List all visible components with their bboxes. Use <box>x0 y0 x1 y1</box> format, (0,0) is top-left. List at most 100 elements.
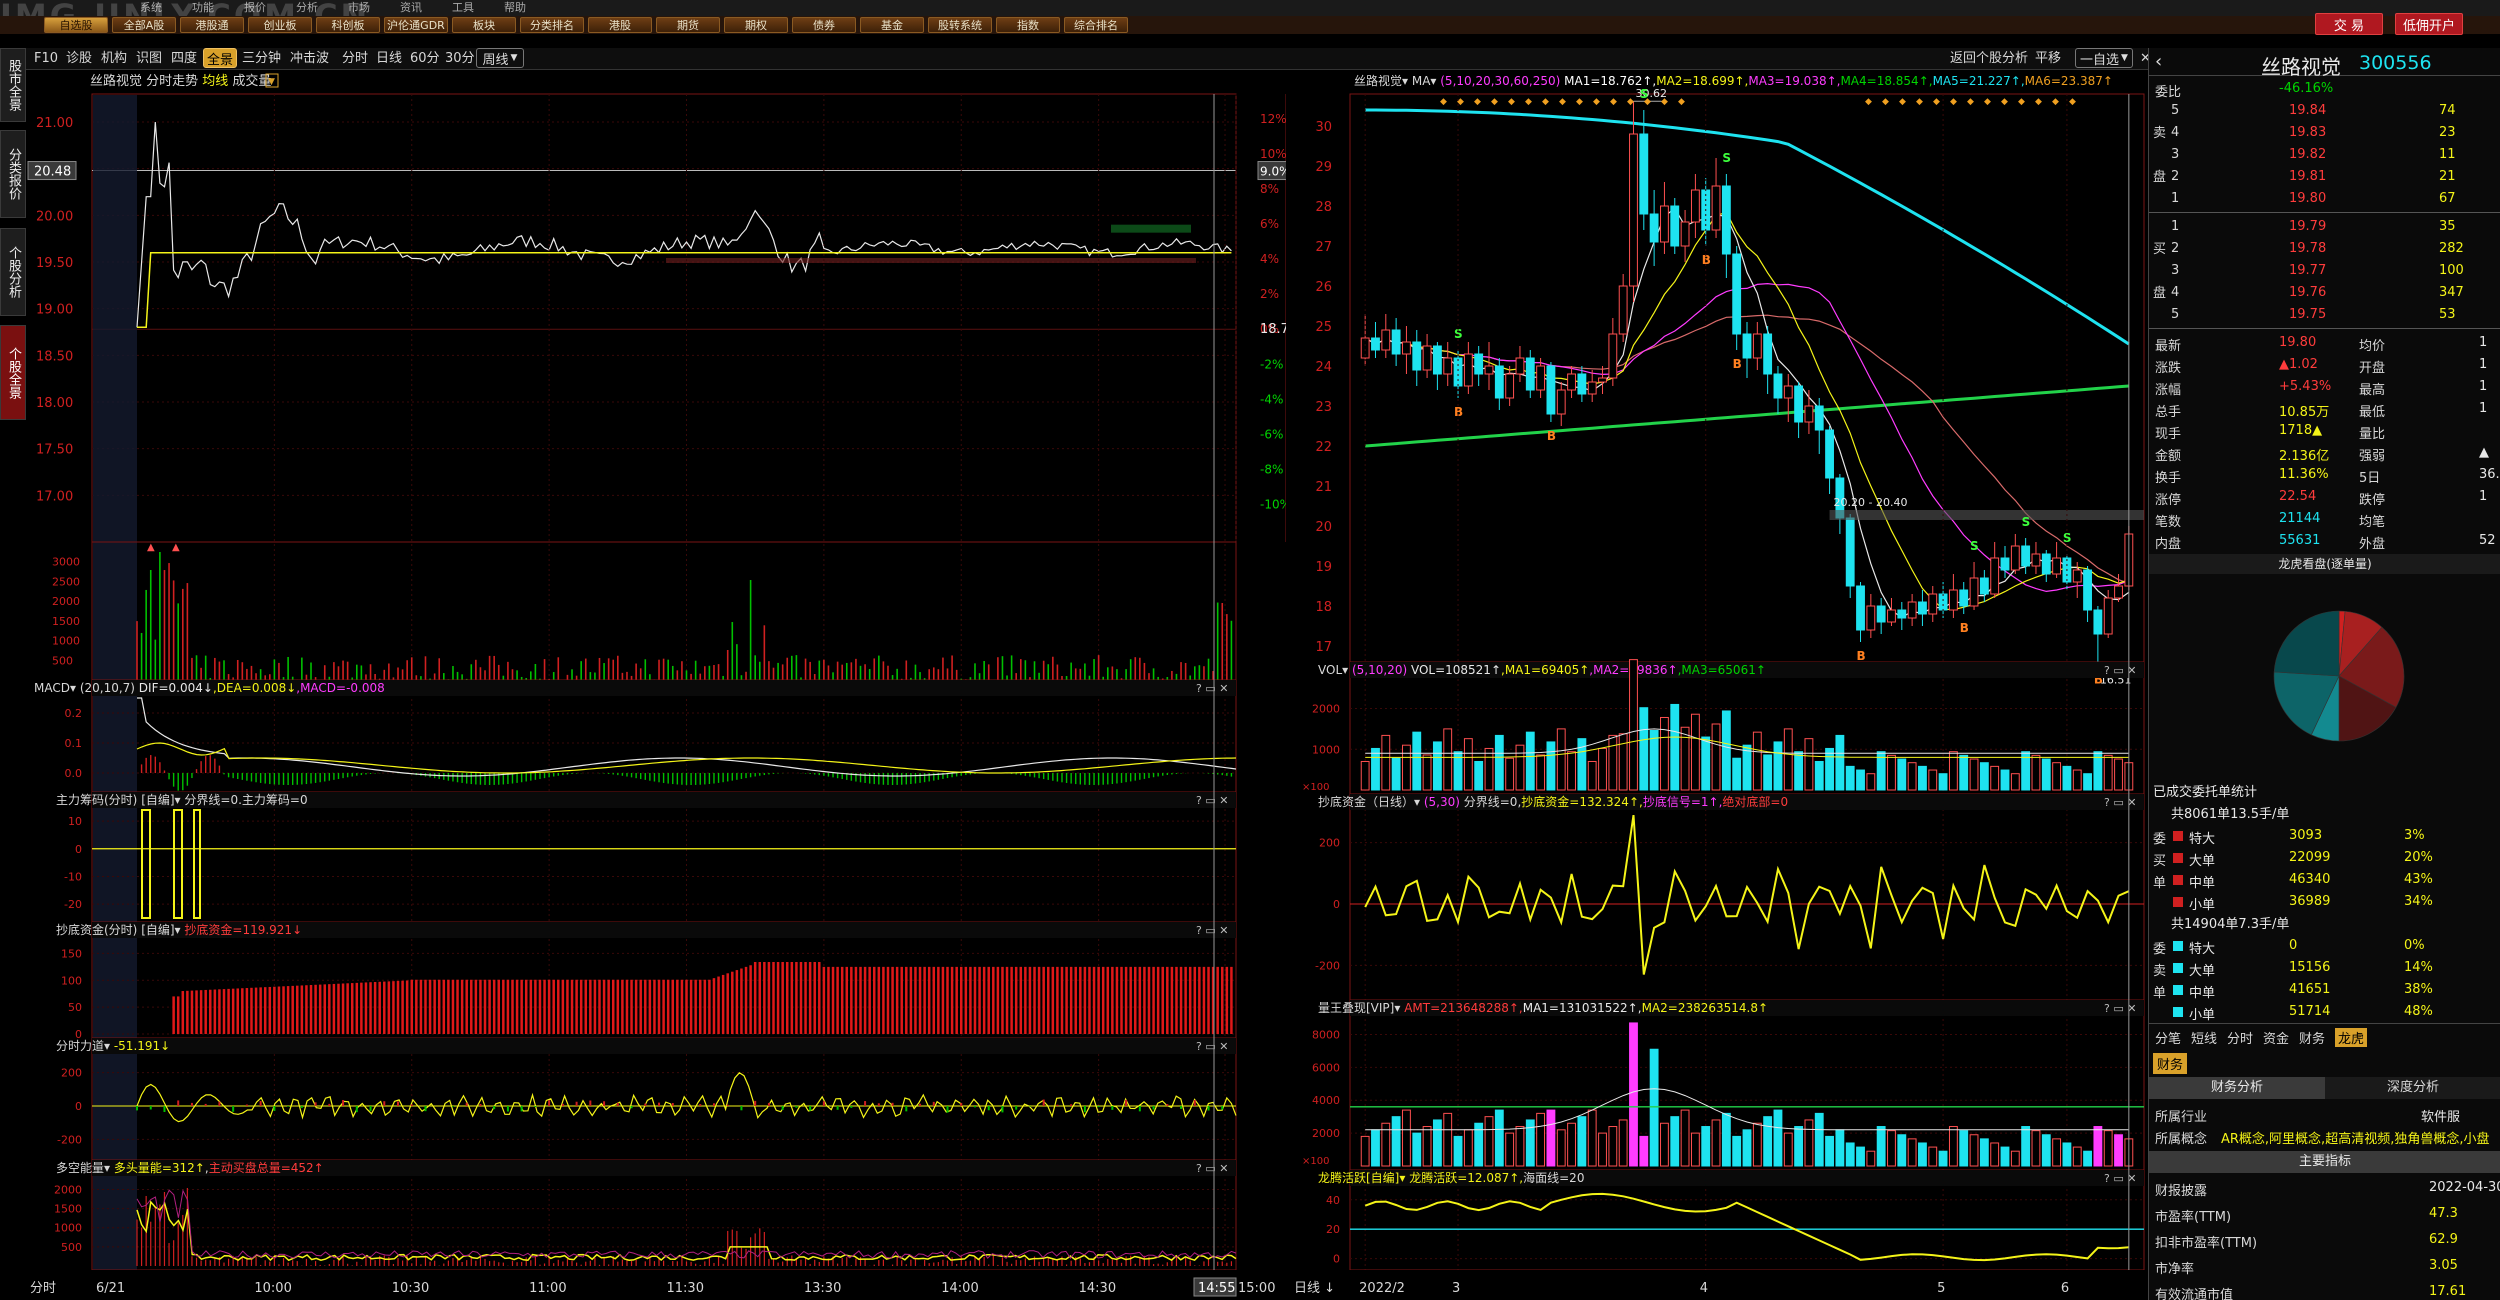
price-tick: 20.00 <box>36 209 73 224</box>
tool-four-degree[interactable]: 四度 <box>171 51 197 67</box>
entrust-buy-name: 中单 <box>2189 876 2216 891</box>
category-tab-5[interactable]: 沪伦通GDR <box>384 17 448 33</box>
category-tab-11[interactable]: 债券 <box>792 17 856 33</box>
kking-bar <box>1422 1126 1432 1167</box>
sidebar-tab-3[interactable]: 个股全景 <box>0 325 26 420</box>
main-chip-panel-tick: -10 <box>64 870 82 883</box>
intraday-title-part-1: 分时走势 <box>142 73 202 89</box>
deep-analysis-tab[interactable]: 深度分析 <box>2325 1077 2500 1099</box>
period-daily[interactable]: 日线 <box>376 51 402 67</box>
kline-event-diamond: ◆ <box>2018 97 2025 107</box>
kdragon-panel-title-part-1: 龙腾活跃=12.087↑, <box>1409 1170 1523 1185</box>
three-minute-button[interactable]: 三分钟 <box>242 51 281 67</box>
stat-row-3-value2: 1 <box>2479 401 2488 416</box>
category-tab-14[interactable]: 指数 <box>996 17 1060 33</box>
period-intraday[interactable]: 分时 <box>342 51 368 67</box>
category-tab-1[interactable]: 全部A股 <box>112 17 176 33</box>
quote-tab-3[interactable]: 资金 <box>2263 1028 2289 1047</box>
buy-price: 19.77 <box>2289 263 2327 278</box>
sidebar-tab-0[interactable]: 股市全景 <box>0 48 26 122</box>
f10-button[interactable]: F10 <box>34 51 58 67</box>
period-30m[interactable]: 30分 <box>445 51 475 67</box>
kline-candle <box>1979 577 1989 595</box>
period-60m[interactable]: 60分 <box>410 51 440 67</box>
menu-item-0[interactable]: 系统 <box>140 1 162 15</box>
watchlist-select[interactable]: 一自选 ▼ <box>2075 48 2133 68</box>
back-to-analysis[interactable]: 返回个股分析 <box>1950 51 2028 67</box>
menu-item-4[interactable]: 市场 <box>348 1 370 15</box>
toolbar: F10 诊股 机构 识图 四度 全景 三分钟 冲击波 分时 日线 60分 30分… <box>0 48 2500 70</box>
quote-tab-0[interactable]: 分笔 <box>2155 1028 2181 1047</box>
kline-event-diamond: ◆ <box>1610 97 1617 107</box>
force-panel-tick: 0 <box>75 1100 82 1113</box>
category-tab-9[interactable]: 期货 <box>656 17 720 33</box>
kline-candle <box>1402 341 1411 355</box>
quote-tab-4[interactable]: 财务 <box>2299 1028 2325 1047</box>
category-tab-2[interactable]: 港股通 <box>180 17 244 33</box>
trade-button[interactable]: 交 易 <box>2315 13 2383 35</box>
sidebar-tab-2[interactable]: 个股分析 <box>0 228 26 316</box>
category-tab-12[interactable]: 基金 <box>860 17 924 33</box>
kline-candle <box>1567 373 1576 391</box>
finance-analysis-tab[interactable]: 财务分析 <box>2149 1077 2325 1099</box>
kvol-bar <box>2000 769 2010 791</box>
weibi-row-label: 委比 <box>2155 85 2182 100</box>
back-chevron-icon[interactable]: ‹ <box>2155 51 2162 72</box>
menu-item-2[interactable]: 报价 <box>244 1 266 15</box>
kking-panel-title-part-2: MA1=131031522↑, <box>1523 1001 1642 1015</box>
period-week-select[interactable]: 周线 ▼ <box>476 48 524 68</box>
tool-pattern[interactable]: 识图 <box>136 51 162 67</box>
kvol-bar <box>1814 760 1824 791</box>
category-tab-13[interactable]: 股转系统 <box>928 17 992 33</box>
category-tab-0[interactable]: 自选股 <box>44 17 108 33</box>
kvol-bar <box>1402 744 1411 791</box>
full-view-button[interactable]: 全景 <box>203 48 237 68</box>
kline-candle <box>1804 405 1814 423</box>
entrust-buy-name: 特大 <box>2189 832 2216 847</box>
menu-item-7[interactable]: 帮助 <box>504 1 526 15</box>
sidebar-tab-1[interactable]: 分类报价 <box>0 130 26 218</box>
entrust-sell-row-3: 小单 51714 48% <box>2149 1001 2500 1023</box>
category-tab-8[interactable]: 港股 <box>588 17 652 33</box>
kline-sell-signal: S <box>1970 539 1979 553</box>
dip-capital-panel-title-part-2: 抄底资金=119.921↓ <box>184 922 302 937</box>
kking-bar <box>2021 1126 2031 1167</box>
category-tab-6[interactable]: 板块 <box>452 17 516 33</box>
kking-bar <box>2010 1150 2020 1167</box>
category-tab-10[interactable]: 期权 <box>724 17 788 33</box>
intraday-title: 丝路视觉 分时走势 均线 成交量 <box>90 73 271 89</box>
category-tab-3[interactable]: 创业板 <box>248 17 312 33</box>
pan-button[interactable]: 平移 <box>2035 51 2061 67</box>
kking-bar <box>1794 1126 1804 1167</box>
quote-tab-1[interactable]: 短线 <box>2191 1028 2217 1047</box>
kking-bar <box>2072 1146 2082 1167</box>
kking-bar <box>1660 1122 1669 1167</box>
menu-item-6[interactable]: 工具 <box>452 1 474 15</box>
shockwave-button[interactable]: 冲击波 <box>290 51 329 67</box>
kline-candle <box>1412 341 1422 371</box>
quote-tab-5[interactable]: 龙虎 <box>2335 1028 2368 1047</box>
category-tab-7[interactable]: 分类排名 <box>520 17 584 33</box>
kline-buy-signal: B <box>1702 253 1711 267</box>
kline-ma-label-5: MA6=23.387↑ <box>2025 74 2113 88</box>
macd-panel-tick: 0.2 <box>65 707 83 720</box>
kking-bar <box>1670 1116 1680 1167</box>
tool-institution[interactable]: 机构 <box>101 51 127 67</box>
kking-bar <box>1629 1022 1638 1167</box>
entrust-buy-row-0: 委 特大 3093 3% <box>2149 825 2500 847</box>
stat-row-5-value2: ▲ <box>2479 445 2489 460</box>
menu-item-3[interactable]: 分析 <box>296 1 318 15</box>
finance-tab[interactable]: 财务 <box>2153 1053 2188 1074</box>
menu-item-5[interactable]: 资讯 <box>400 1 422 15</box>
sell-level: 5 <box>2171 103 2180 118</box>
quote-tab-2[interactable]: 分时 <box>2227 1028 2253 1047</box>
tool-diagnose[interactable]: 诊股 <box>66 51 92 67</box>
menu-item-1[interactable]: 功能 <box>192 1 214 15</box>
stock-code: 300556 <box>2359 52 2432 74</box>
category-tab-4[interactable]: 科创板 <box>316 17 380 33</box>
category-tab-15[interactable]: 综合排名 <box>1064 17 1128 33</box>
kline-ma5-line <box>1365 108 2130 346</box>
open-account-button[interactable]: 低佣开户 <box>2395 13 2463 35</box>
buy-level: 4 <box>2171 285 2180 300</box>
kline-time-axis-bg <box>1288 1270 2148 1300</box>
